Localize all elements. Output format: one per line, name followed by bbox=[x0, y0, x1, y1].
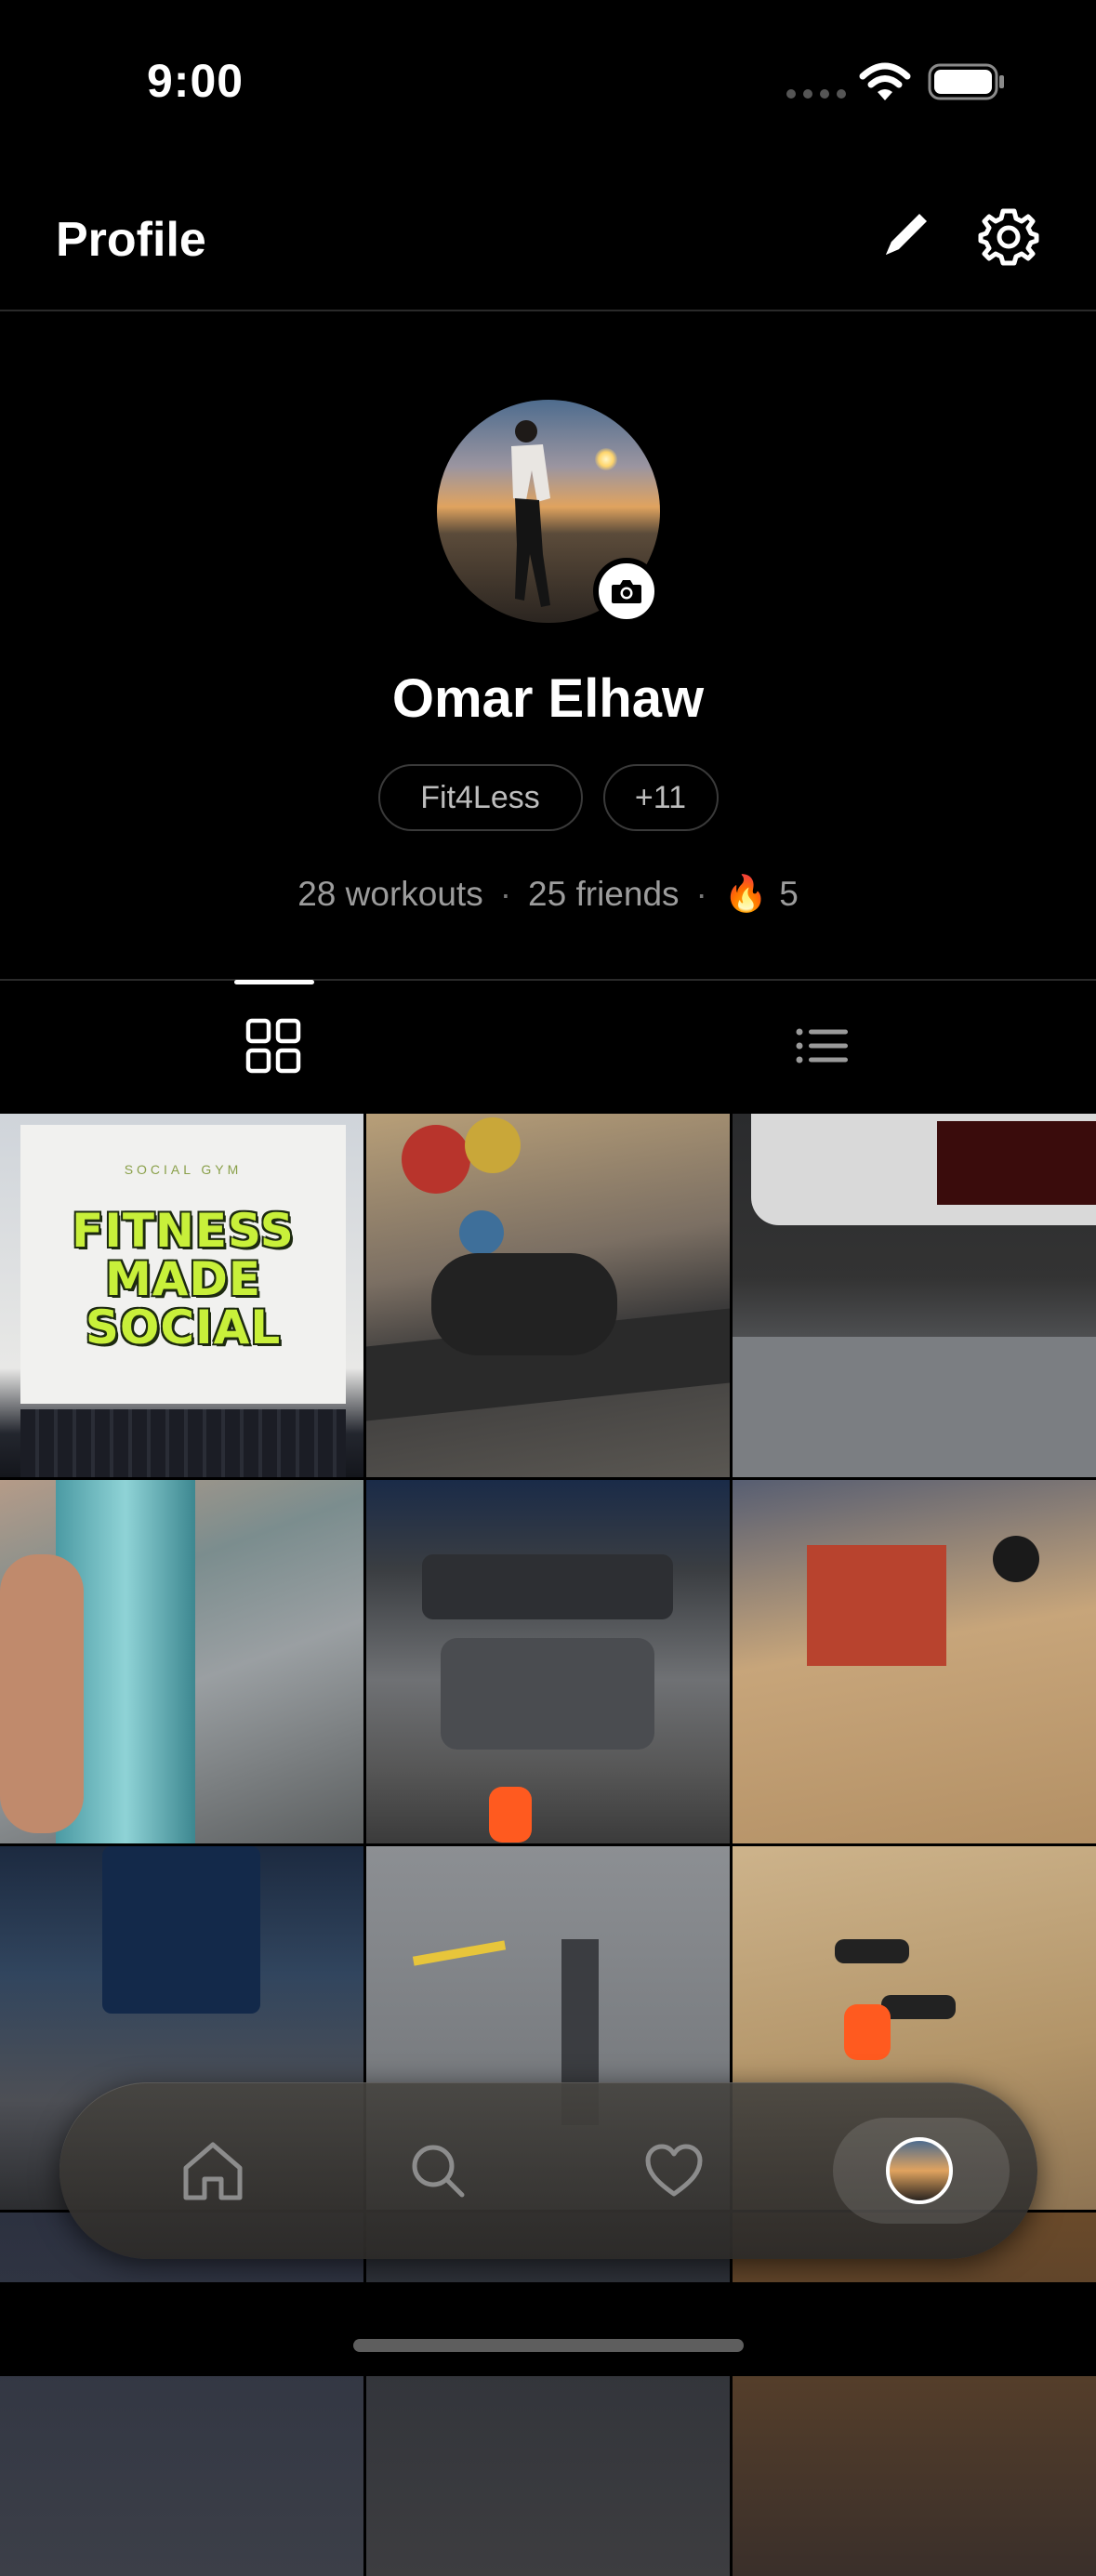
gym-chip-more[interactable]: +11 bbox=[602, 764, 719, 831]
floor-marking bbox=[412, 1940, 507, 1966]
streak-count: 5 bbox=[779, 875, 799, 913]
fitness-poster: SOCIAL GYM FITNESS MADE SOCIAL bbox=[20, 1125, 346, 1404]
avatar-sun bbox=[595, 448, 617, 470]
stats-separator: · bbox=[499, 875, 512, 913]
weight-plate bbox=[993, 1536, 1039, 1582]
gym-chips: Fit4Less +11 bbox=[0, 764, 1096, 831]
tab-divider bbox=[0, 979, 1096, 981]
workout-photo-tile[interactable]: SOCIAL GYM FITNESS MADE SOCIAL bbox=[0, 1114, 363, 1477]
tab-list-view[interactable] bbox=[775, 1006, 868, 1086]
settings-button[interactable] bbox=[978, 206, 1039, 268]
profile-stats: 28 workouts · 25 friends · 🔥 5 bbox=[0, 874, 1096, 915]
nav-profile-button[interactable] bbox=[868, 2120, 971, 2222]
exercise-ball bbox=[459, 1210, 504, 1255]
workout-photo-tile[interactable] bbox=[366, 2213, 730, 2576]
hand bbox=[0, 1554, 84, 1833]
search-icon bbox=[412, 2145, 465, 2198]
laptop-keyboard bbox=[20, 1409, 346, 1477]
workout-photo-tile[interactable] bbox=[733, 1480, 1096, 1843]
poster-line: SOCIAL bbox=[85, 1301, 282, 1354]
status-bar: 9:00 bbox=[0, 0, 1096, 158]
poster-line: MADE bbox=[104, 1252, 262, 1306]
orange-shoe bbox=[489, 1787, 532, 1843]
nav-home-button[interactable] bbox=[162, 2120, 264, 2222]
plyo-box bbox=[807, 1545, 946, 1666]
tab-grid-view[interactable] bbox=[227, 1006, 320, 1086]
bottom-safe-area bbox=[0, 2282, 1096, 2376]
workout-photo-tile[interactable] bbox=[733, 1114, 1096, 1477]
profile-name: Omar Elhaw bbox=[391, 668, 705, 729]
pencil-icon bbox=[886, 214, 927, 255]
signal-dots-icon bbox=[786, 89, 846, 99]
home-icon bbox=[183, 2142, 243, 2200]
profile-avatar bbox=[886, 2137, 953, 2204]
gym-chip-fit4less[interactable]: Fit4Less bbox=[377, 764, 583, 831]
home-indicator[interactable] bbox=[353, 2339, 744, 2352]
phone-holder bbox=[441, 1638, 654, 1750]
battery-icon bbox=[928, 63, 1004, 100]
page-title: Profile bbox=[56, 213, 206, 267]
console-display-red bbox=[937, 1121, 1096, 1205]
wifi-icon bbox=[859, 62, 911, 100]
change-photo-button[interactable] bbox=[593, 558, 660, 625]
gear-icon bbox=[978, 208, 1039, 266]
list-view-icon bbox=[796, 1028, 848, 1063]
header: Profile bbox=[0, 158, 1096, 311]
poster-top-text: SOCIAL GYM bbox=[124, 1162, 243, 1177]
edit-profile-button[interactable] bbox=[878, 206, 934, 262]
machine-base bbox=[733, 1337, 1096, 1477]
workout-photo-tile[interactable] bbox=[366, 1114, 730, 1477]
workouts-count[interactable]: 28 workouts bbox=[297, 875, 483, 913]
orange-shoe bbox=[844, 2004, 891, 2060]
exercise-ball bbox=[465, 1117, 521, 1173]
heart-icon bbox=[645, 2144, 703, 2197]
dumbbell bbox=[835, 1939, 909, 1963]
workout-photo-tile[interactable] bbox=[0, 2213, 363, 2576]
stats-separator: · bbox=[695, 875, 707, 913]
dumbbell bbox=[881, 1995, 956, 2019]
treadmill-console bbox=[422, 1554, 673, 1619]
workout-photo-tile[interactable] bbox=[0, 1480, 363, 1843]
exercise-ball bbox=[402, 1125, 470, 1194]
workout-photo-tile[interactable] bbox=[366, 1480, 730, 1843]
bottom-tab-bar bbox=[59, 2082, 1037, 2259]
fire-icon: 🔥 bbox=[723, 875, 769, 914]
avatar-person-silhouette bbox=[511, 420, 550, 607]
status-time: 9:00 bbox=[147, 55, 244, 107]
friends-count[interactable]: 25 friends bbox=[528, 875, 680, 913]
nav-search-button[interactable] bbox=[387, 2120, 489, 2222]
nav-likes-button[interactable] bbox=[623, 2120, 725, 2222]
active-tab-indicator bbox=[234, 980, 314, 984]
poster-headline: FITNESS MADE SOCIAL bbox=[20, 1207, 346, 1352]
camera-icon bbox=[612, 580, 641, 603]
grid-view-icon bbox=[245, 1018, 301, 1074]
workout-photo-tile[interactable] bbox=[733, 2213, 1096, 2576]
person-stretching bbox=[431, 1253, 617, 1355]
cardio-console bbox=[102, 1846, 260, 2014]
poster-line: FITNESS bbox=[72, 1204, 295, 1258]
